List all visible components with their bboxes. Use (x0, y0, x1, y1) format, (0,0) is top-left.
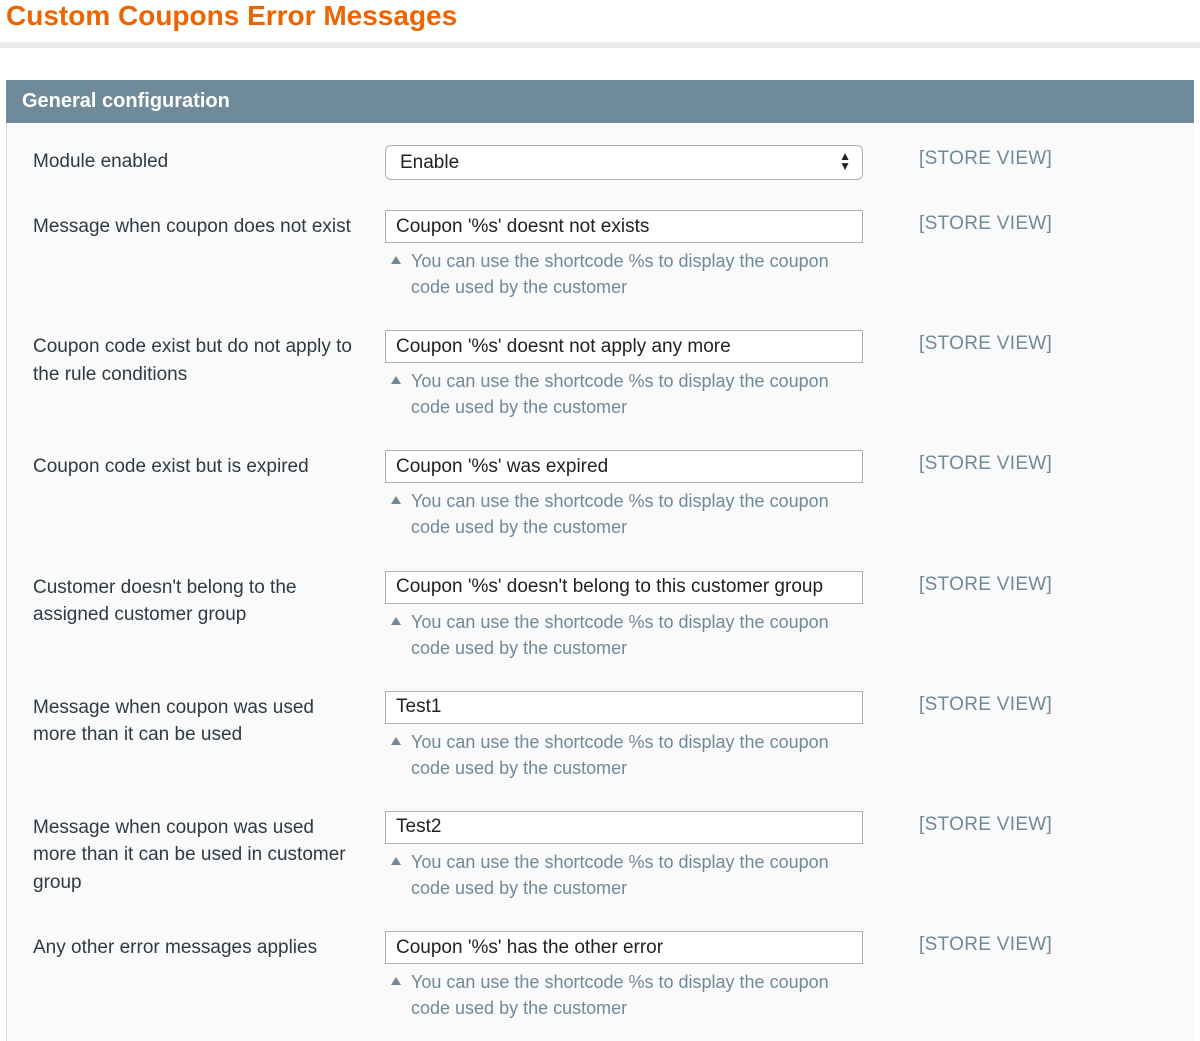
triangle-up-icon (391, 256, 401, 264)
hint-msg-expired: You can use the shortcode %s to display … (385, 488, 863, 540)
scope-msg-not-apply: [STORE VIEW] (863, 330, 1184, 355)
hint-text: You can use the shortcode %s to display … (411, 248, 857, 300)
triangle-up-icon (391, 376, 401, 384)
page-title: Custom Coupons Error Messages (0, 0, 1200, 42)
scope-msg-expired: [STORE VIEW] (863, 450, 1184, 475)
field-msg-not-exist: You can use the shortcode %s to display … (385, 210, 863, 300)
row-module-enabled: Module enabled Enable ▲▼ [STORE VIEW] (33, 145, 1184, 180)
spacer (0, 48, 1200, 80)
row-msg-expired: Coupon code exist but is expired You can… (33, 450, 1184, 540)
scope-msg-wrong-group: [STORE VIEW] (863, 571, 1184, 596)
hint-msg-wrong-group: You can use the shortcode %s to display … (385, 609, 863, 661)
msg-other-input[interactable] (385, 931, 863, 964)
hint-msg-overused-group: You can use the shortcode %s to display … (385, 849, 863, 901)
msg-wrong-group-input[interactable] (385, 571, 863, 604)
admin-config-page: Custom Coupons Error Messages General co… (0, 0, 1200, 1041)
hint-text: You can use the shortcode %s to display … (411, 609, 857, 661)
label-msg-overused: Message when coupon was used more than i… (33, 691, 385, 749)
hint-text: You can use the shortcode %s to display … (411, 729, 857, 781)
triangle-up-icon (391, 977, 401, 985)
triangle-up-icon (391, 857, 401, 865)
hint-msg-not-apply: You can use the shortcode %s to display … (385, 368, 863, 420)
field-msg-wrong-group: You can use the shortcode %s to display … (385, 571, 863, 661)
label-msg-expired: Coupon code exist but is expired (33, 450, 385, 481)
triangle-up-icon (391, 737, 401, 745)
label-module-enabled: Module enabled (33, 145, 385, 176)
label-msg-not-exist: Message when coupon does not exist (33, 210, 385, 241)
field-module-enabled: Enable ▲▼ (385, 145, 863, 180)
triangle-up-icon (391, 617, 401, 625)
field-msg-not-apply: You can use the shortcode %s to display … (385, 330, 863, 420)
field-msg-overused-group: You can use the shortcode %s to display … (385, 811, 863, 901)
hint-msg-other: You can use the shortcode %s to display … (385, 969, 863, 1021)
scope-msg-overused: [STORE VIEW] (863, 691, 1184, 716)
label-msg-not-apply: Coupon code exist but do not apply to th… (33, 330, 385, 388)
msg-not-apply-input[interactable] (385, 330, 863, 363)
row-msg-not-apply: Coupon code exist but do not apply to th… (33, 330, 1184, 420)
field-msg-other: You can use the shortcode %s to display … (385, 931, 863, 1021)
field-msg-overused: You can use the shortcode %s to display … (385, 691, 863, 781)
hint-text: You can use the shortcode %s to display … (411, 849, 857, 901)
hint-msg-not-exist: You can use the shortcode %s to display … (385, 248, 863, 300)
scope-msg-not-exist: [STORE VIEW] (863, 210, 1184, 235)
msg-overused-group-input[interactable] (385, 811, 863, 844)
hint-text: You can use the shortcode %s to display … (411, 488, 857, 540)
scope-module-enabled: [STORE VIEW] (863, 145, 1184, 170)
label-msg-wrong-group: Customer doesn't belong to the assigned … (33, 571, 385, 629)
row-msg-overused-group: Message when coupon was used more than i… (33, 811, 1184, 901)
hint-text: You can use the shortcode %s to display … (411, 969, 857, 1021)
row-msg-overused: Message when coupon was used more than i… (33, 691, 1184, 781)
hint-msg-overused: You can use the shortcode %s to display … (385, 729, 863, 781)
triangle-up-icon (391, 496, 401, 504)
field-msg-expired: You can use the shortcode %s to display … (385, 450, 863, 540)
msg-overused-input[interactable] (385, 691, 863, 724)
row-msg-not-exist: Message when coupon does not exist You c… (33, 210, 1184, 300)
label-msg-overused-group: Message when coupon was used more than i… (33, 811, 385, 897)
module-enabled-select[interactable]: Enable (385, 145, 863, 180)
row-msg-wrong-group: Customer doesn't belong to the assigned … (33, 571, 1184, 661)
scope-msg-other: [STORE VIEW] (863, 931, 1184, 956)
hint-text: You can use the shortcode %s to display … (411, 368, 857, 420)
section-body: Module enabled Enable ▲▼ [STORE VIEW] Me… (6, 123, 1194, 1041)
select-wrap-module-enabled: Enable ▲▼ (385, 145, 863, 180)
msg-not-exist-input[interactable] (385, 210, 863, 243)
msg-expired-input[interactable] (385, 450, 863, 483)
row-msg-other: Any other error messages applies You can… (33, 931, 1184, 1021)
label-msg-other: Any other error messages applies (33, 931, 385, 962)
scope-msg-overused-group: [STORE VIEW] (863, 811, 1184, 836)
section-header: General configuration (6, 80, 1194, 123)
